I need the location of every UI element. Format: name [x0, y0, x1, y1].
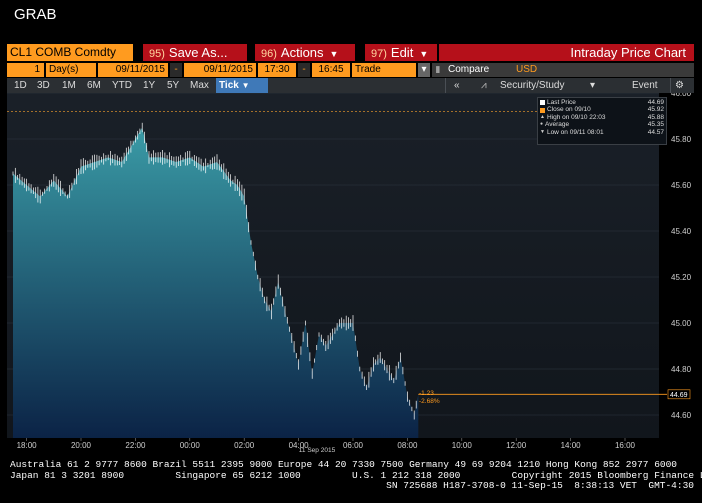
legend-value: 44.57	[647, 128, 664, 136]
event-button[interactable]: Event	[629, 78, 661, 93]
actions-number: 96)	[261, 48, 277, 60]
x-tick-label: 16:00	[615, 441, 636, 450]
range-3d[interactable]: 3D	[34, 78, 53, 93]
legend-label: Last Price	[547, 99, 576, 106]
range-max[interactable]: Max	[187, 78, 212, 93]
end-time-field[interactable]: 16:45	[312, 63, 350, 77]
legend-row: Close on 09/10 45.92	[540, 106, 664, 113]
x-tick-label: 18:00	[17, 441, 38, 450]
window-title: GRAB	[14, 6, 57, 23]
save-as-button[interactable]: 95) Save As...	[143, 44, 247, 61]
range-ytd[interactable]: YTD	[109, 78, 135, 93]
y-tick-label: 44.60	[671, 411, 692, 420]
y-tick-label: 45.80	[671, 135, 692, 144]
end-date-field[interactable]: 09/11/2015	[184, 63, 256, 77]
legend-label: Low on 09/11 08:01	[546, 128, 604, 136]
period-count-field[interactable]: 1	[7, 63, 44, 77]
ticker-field[interactable]: CL1 COMB Comdty	[7, 44, 133, 61]
x-tick-label: 08:00	[397, 441, 418, 450]
x-axis-date-label: 11 Sep 2015	[299, 447, 336, 454]
range-1y[interactable]: 1Y	[140, 78, 158, 93]
chart-title: Intraday Price Chart	[439, 44, 694, 61]
legend-row: ▲ High on 09/10 22:03 45.88	[540, 114, 664, 121]
price-chart[interactable]: 44.69 -1.23 -2.68% 44.60 44.80 45.00 45.20 4…	[7, 93, 694, 455]
chart-legend[interactable]: Last Price 44.69 Close on 09/10 45.92 ▲ High …	[537, 97, 667, 145]
legend-row: ▼ Low on 09/11 08:01 44.57	[540, 129, 664, 136]
actions-button[interactable]: 96) Actions ▼	[255, 44, 355, 61]
edit-caret-icon: ▼	[419, 49, 429, 59]
legend-swatch-icon	[540, 107, 545, 113]
settings-gear-icon[interactable]: ⚙	[672, 78, 687, 93]
range-5y[interactable]: 5Y	[164, 78, 182, 93]
x-tick-label: 22:00	[125, 441, 146, 450]
mode-select[interactable]: Trade	[352, 63, 416, 77]
tick-dropdown[interactable]: Tick ▼	[216, 78, 268, 93]
currency-label[interactable]: USD	[516, 63, 537, 77]
range-1m[interactable]: 1M	[59, 78, 79, 93]
tick-label: Tick	[219, 80, 239, 91]
save-as-number: 95)	[149, 48, 165, 60]
legend-label: High on 09/10 22:03	[546, 113, 606, 121]
event-dropdown-icon[interactable]: ▾	[587, 78, 598, 93]
footer-line-1: Australia 61 2 9777 8600 Brazil 5511 239…	[10, 459, 678, 470]
time-separator: -	[298, 63, 310, 77]
tick-caret-icon: ▼	[241, 81, 250, 90]
period-unit-select[interactable]: Day(s)	[46, 63, 96, 77]
legend-value: 45.88	[647, 113, 664, 121]
y-tick-label: 45.60	[671, 181, 692, 190]
date-separator: -	[170, 63, 182, 77]
start-time-field[interactable]: 17:30	[258, 63, 296, 77]
y-tick-label: 45.00	[671, 319, 692, 328]
y-tick-label: 45.40	[671, 227, 692, 236]
save-as-label: Save As...	[168, 45, 228, 60]
legend-value: 44.69	[647, 99, 664, 106]
actions-caret-icon: ▼	[329, 49, 339, 59]
legend-swatch-icon	[540, 100, 545, 106]
y-tick-label: 44.80	[671, 365, 692, 374]
start-date-field[interactable]: 09/11/2015	[98, 63, 168, 77]
actions-label: Actions	[280, 45, 324, 60]
x-tick-label: 00:00	[180, 441, 201, 450]
x-tick-label: 12:00	[506, 441, 527, 450]
y-tick-label: 45.20	[671, 273, 692, 282]
legend-row: Last Price 44.69	[540, 99, 664, 106]
edit-number: 97)	[371, 48, 387, 60]
legend-label: Close on 09/10	[547, 106, 591, 114]
dot-icon: ●	[540, 121, 544, 128]
collapse-icon[interactable]: «	[451, 78, 463, 93]
range-toolbar: 1D 3D 1M 6M YTD 1Y 5Y Max Tick ▼ « ⩘ Sec…	[7, 78, 694, 93]
security-study-button[interactable]: Security/Study	[497, 78, 567, 93]
change-value: -1.23	[419, 390, 434, 397]
x-tick-label: 20:00	[71, 441, 92, 450]
x-tick-label: 06:00	[343, 441, 364, 450]
footer: Australia 61 2 9777 8600 Brazil 5511 239…	[10, 459, 702, 492]
last-price-tag: 44.69	[670, 392, 688, 399]
legend-value: 45.35	[647, 121, 664, 129]
compare-icon: ⫴	[436, 65, 440, 75]
compare-button[interactable]: Compare	[448, 63, 489, 77]
x-tick-label: 10:00	[452, 441, 473, 450]
legend-row: ● Average 45.35	[540, 121, 664, 128]
x-tick-label: 02:00	[234, 441, 255, 450]
footer-line-3: SN 725688 H187-3708-0 11-Sep-15 8:38:13 …	[386, 480, 694, 491]
range-1d[interactable]: 1D	[11, 78, 30, 93]
legend-label: Average	[545, 121, 570, 129]
y-tick-label: 46.00	[671, 93, 692, 98]
edit-label: Edit	[390, 45, 414, 60]
triangle-down-icon: ▼	[540, 128, 545, 135]
change-percent: -2.68%	[419, 398, 440, 405]
range-6m[interactable]: 6M	[84, 78, 104, 93]
edit-button[interactable]: 97) Edit ▼	[365, 44, 437, 61]
legend-value: 45.92	[647, 106, 664, 114]
triangle-up-icon: ▲	[540, 113, 545, 120]
mode-dropdown-icon[interactable]: ▾	[418, 63, 430, 77]
compare-bar: ⫴ Compare USD	[432, 63, 694, 77]
x-tick-label: 14:00	[561, 441, 582, 450]
security-study-icon: ⩘	[481, 80, 487, 91]
